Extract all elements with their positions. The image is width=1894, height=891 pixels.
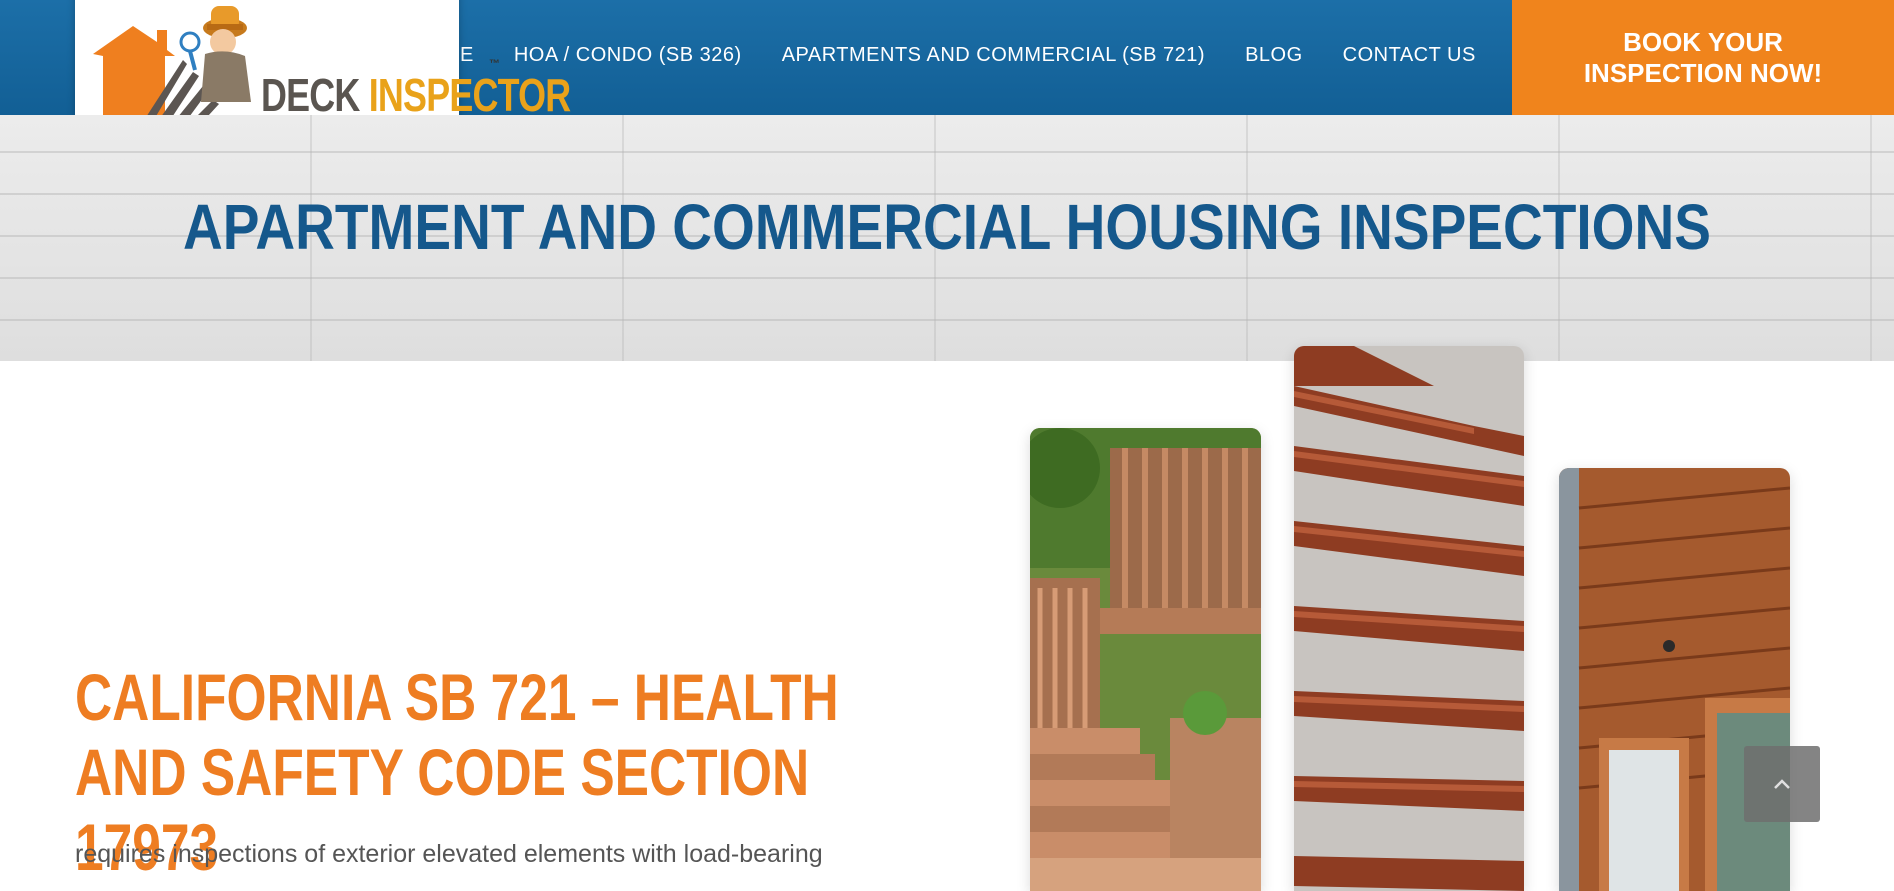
- logo-wordmark: DECK INSPECTOR: [261, 68, 571, 122]
- book-inspection-button[interactable]: BOOK YOUR INSPECTION NOW!: [1512, 0, 1894, 115]
- wood-siding-photo: [1559, 468, 1790, 891]
- book-button-line1: BOOK YOUR: [1623, 26, 1783, 57]
- page-title: Apartment and Commercial Housing Inspect…: [183, 191, 1711, 263]
- chevron-up-icon: [1774, 779, 1790, 789]
- nav-item-apartments-commercial[interactable]: APARTMENTS AND COMMERCIAL (SB 721): [762, 44, 1225, 67]
- siding-stairs-photo: [1294, 346, 1524, 891]
- trademark-symbol: ™: [489, 58, 500, 70]
- logo-word-deck: DECK: [261, 69, 360, 121]
- book-button-line2: INSPECTION NOW!: [1583, 57, 1823, 88]
- main-nav: E HOA / CONDO (SB 326) APARTMENTS AND CO…: [440, 0, 1496, 110]
- scroll-to-top-button[interactable]: [1744, 746, 1820, 822]
- section-body-text: requires inspections of exterior elevate…: [75, 840, 823, 868]
- nav-item-hoa-condo[interactable]: HOA / CONDO (SB 326): [494, 44, 762, 67]
- nav-item-blog[interactable]: BLOG: [1225, 44, 1323, 67]
- logo-word-inspector: INSPECTOR: [368, 69, 571, 121]
- deck-stairs-photo: [1030, 428, 1261, 891]
- nav-item-contact[interactable]: CONTACT US: [1323, 44, 1496, 67]
